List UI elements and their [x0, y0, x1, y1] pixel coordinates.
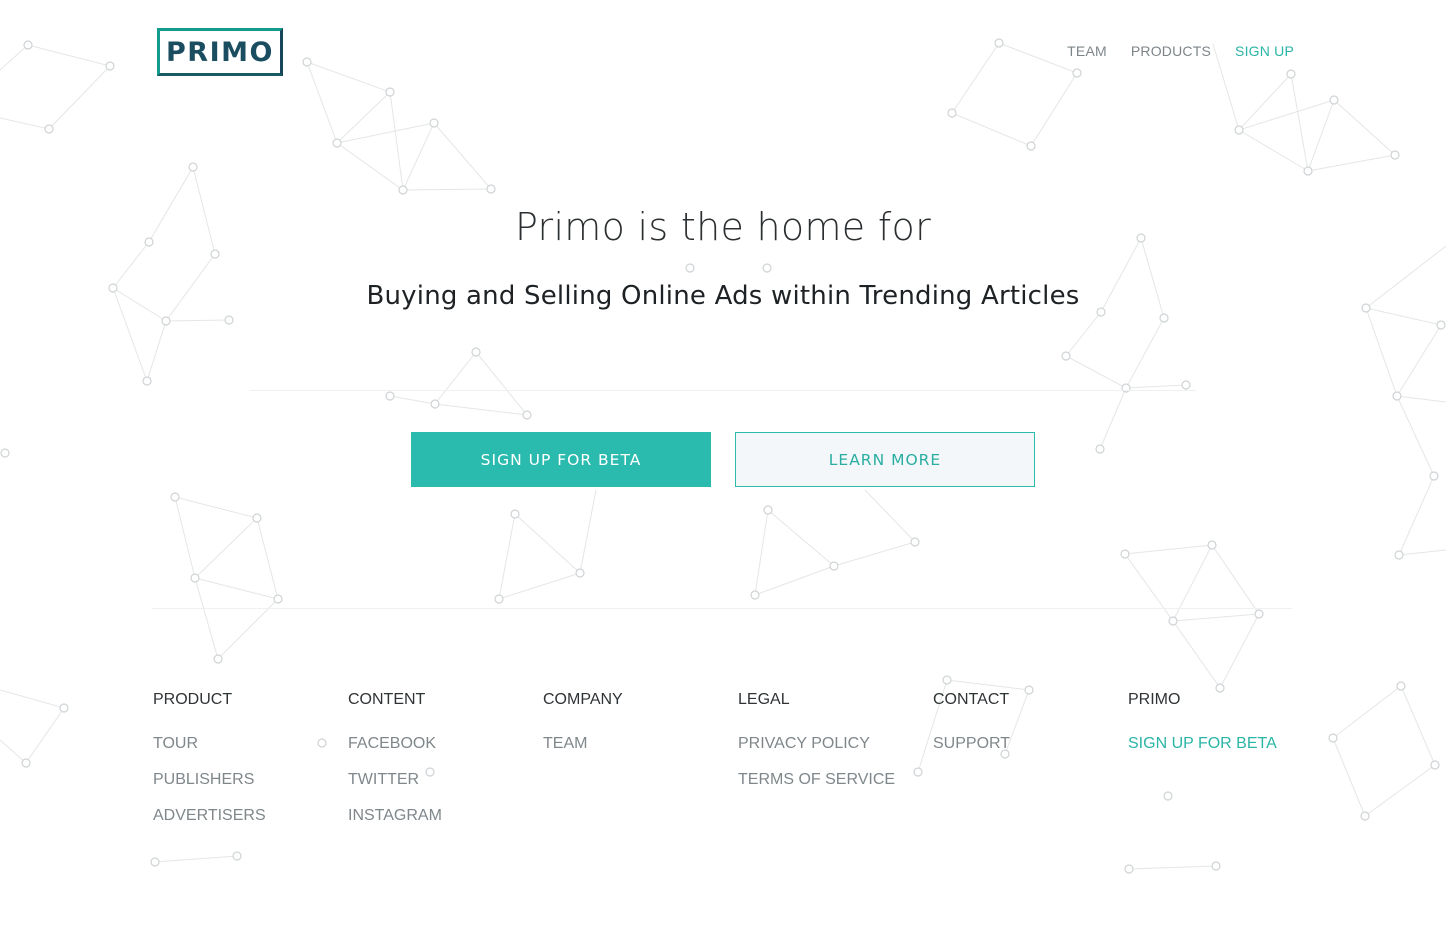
footer-column-content: CONTENT FACEBOOK TWITTER INSTAGRAM	[348, 689, 543, 841]
nav-link-products[interactable]: PRODUCTS	[1131, 43, 1211, 59]
footer-column-company: COMPANY TEAM	[543, 689, 738, 841]
footer-heading: CONTENT	[348, 691, 426, 708]
learn-more-button[interactable]: LEARN MORE	[735, 432, 1035, 487]
footer-heading: CONTACT	[933, 691, 1010, 708]
hero-subtitle: Primo is the home for	[514, 205, 931, 249]
footer-link-twitter[interactable]: TWITTER	[348, 769, 543, 791]
footer-link-instagram[interactable]: INSTAGRAM	[348, 805, 543, 827]
footer: PRODUCT TOUR PUBLISHERS ADVERTISERS CONT…	[153, 689, 1298, 841]
sign-up-for-beta-button[interactable]: SIGN UP FOR BETA	[411, 432, 711, 487]
logo-text: PRIMO	[166, 36, 274, 68]
footer-heading: COMPANY	[543, 691, 623, 708]
footer-column-contact: CONTACT SUPPORT	[933, 689, 1128, 841]
landing-page: PRIMO TEAM PRODUCTS SIGN UP Primo is the…	[0, 0, 1446, 950]
hero-divider	[250, 390, 1196, 391]
top-navigation: TEAM PRODUCTS SIGN UP	[1067, 43, 1294, 59]
footer-heading: LEGAL	[738, 691, 790, 708]
footer-link-facebook[interactable]: FACEBOOK	[348, 733, 543, 755]
nav-link-team[interactable]: TEAM	[1067, 43, 1107, 59]
footer-link-advertisers[interactable]: ADVERTISERS	[153, 805, 348, 827]
footer-column-primo: PRIMO SIGN UP FOR BETA	[1128, 689, 1298, 841]
footer-link-privacy-policy[interactable]: PRIVACY POLICY	[738, 733, 933, 755]
primo-logo[interactable]: PRIMO	[157, 28, 283, 76]
footer-link-publishers[interactable]: PUBLISHERS	[153, 769, 348, 791]
footer-link-support[interactable]: SUPPORT	[933, 733, 1128, 755]
footer-link-team[interactable]: TEAM	[543, 733, 738, 755]
footer-heading: PRIMO	[1128, 691, 1181, 708]
footer-heading: PRODUCT	[153, 691, 233, 708]
hero-title: Buying and Selling Online Ads within Tre…	[366, 281, 1080, 311]
nav-link-signup[interactable]: SIGN UP	[1235, 43, 1294, 59]
footer-link-terms-of-service[interactable]: TERMS OF SERVICE	[738, 769, 933, 791]
footer-column-product: PRODUCT TOUR PUBLISHERS ADVERTISERS	[153, 689, 348, 841]
footer-divider	[152, 608, 1292, 609]
footer-link-sign-up-for-beta[interactable]: SIGN UP FOR BETA	[1128, 733, 1298, 755]
footer-column-legal: LEGAL PRIVACY POLICY TERMS OF SERVICE	[738, 689, 933, 841]
footer-link-tour[interactable]: TOUR	[153, 733, 348, 755]
